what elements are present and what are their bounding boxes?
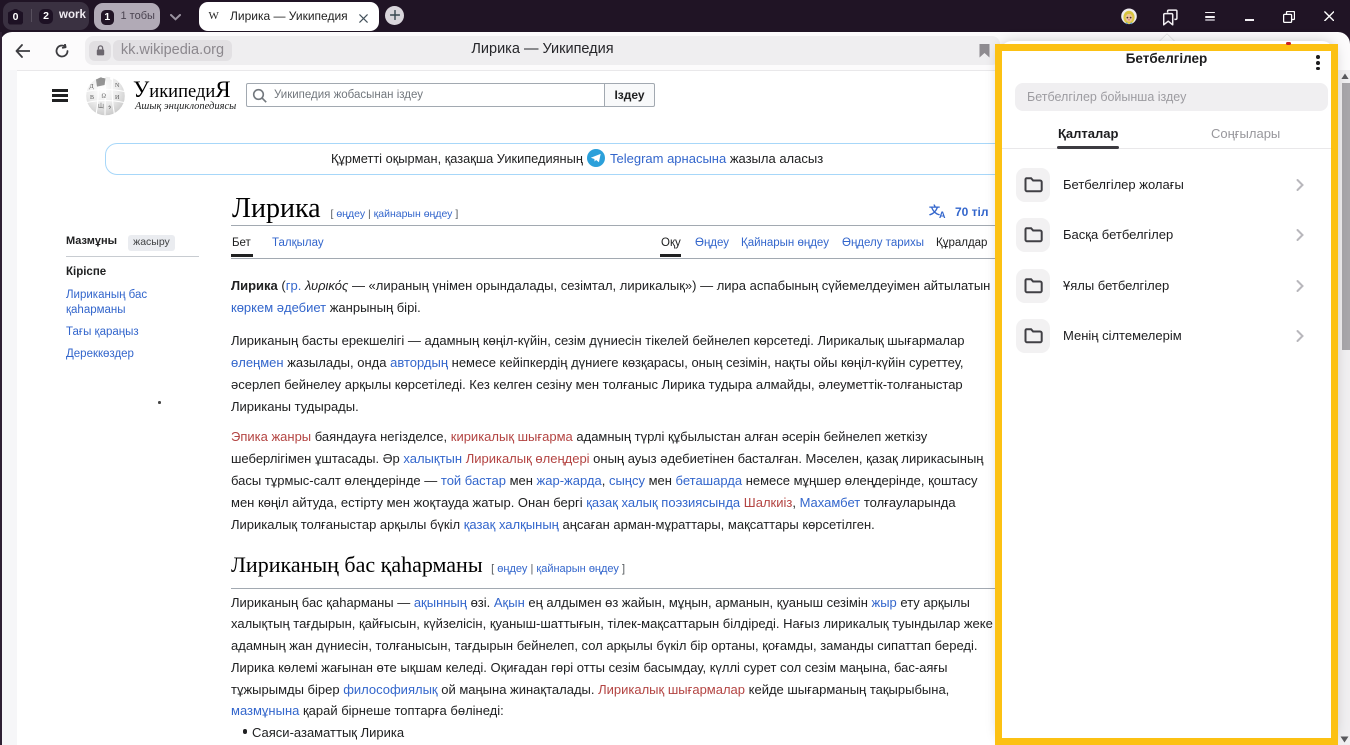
- svg-text:Д: Д: [90, 84, 94, 90]
- svg-text:B: B: [90, 95, 94, 101]
- svg-text:ን: ን: [108, 105, 111, 111]
- svg-text:И: И: [115, 95, 120, 101]
- svg-text:Ω: Ω: [102, 94, 107, 100]
- svg-text:A: A: [939, 210, 946, 219]
- svg-text:山: 山: [98, 102, 104, 110]
- svg-text:N: N: [115, 83, 120, 89]
